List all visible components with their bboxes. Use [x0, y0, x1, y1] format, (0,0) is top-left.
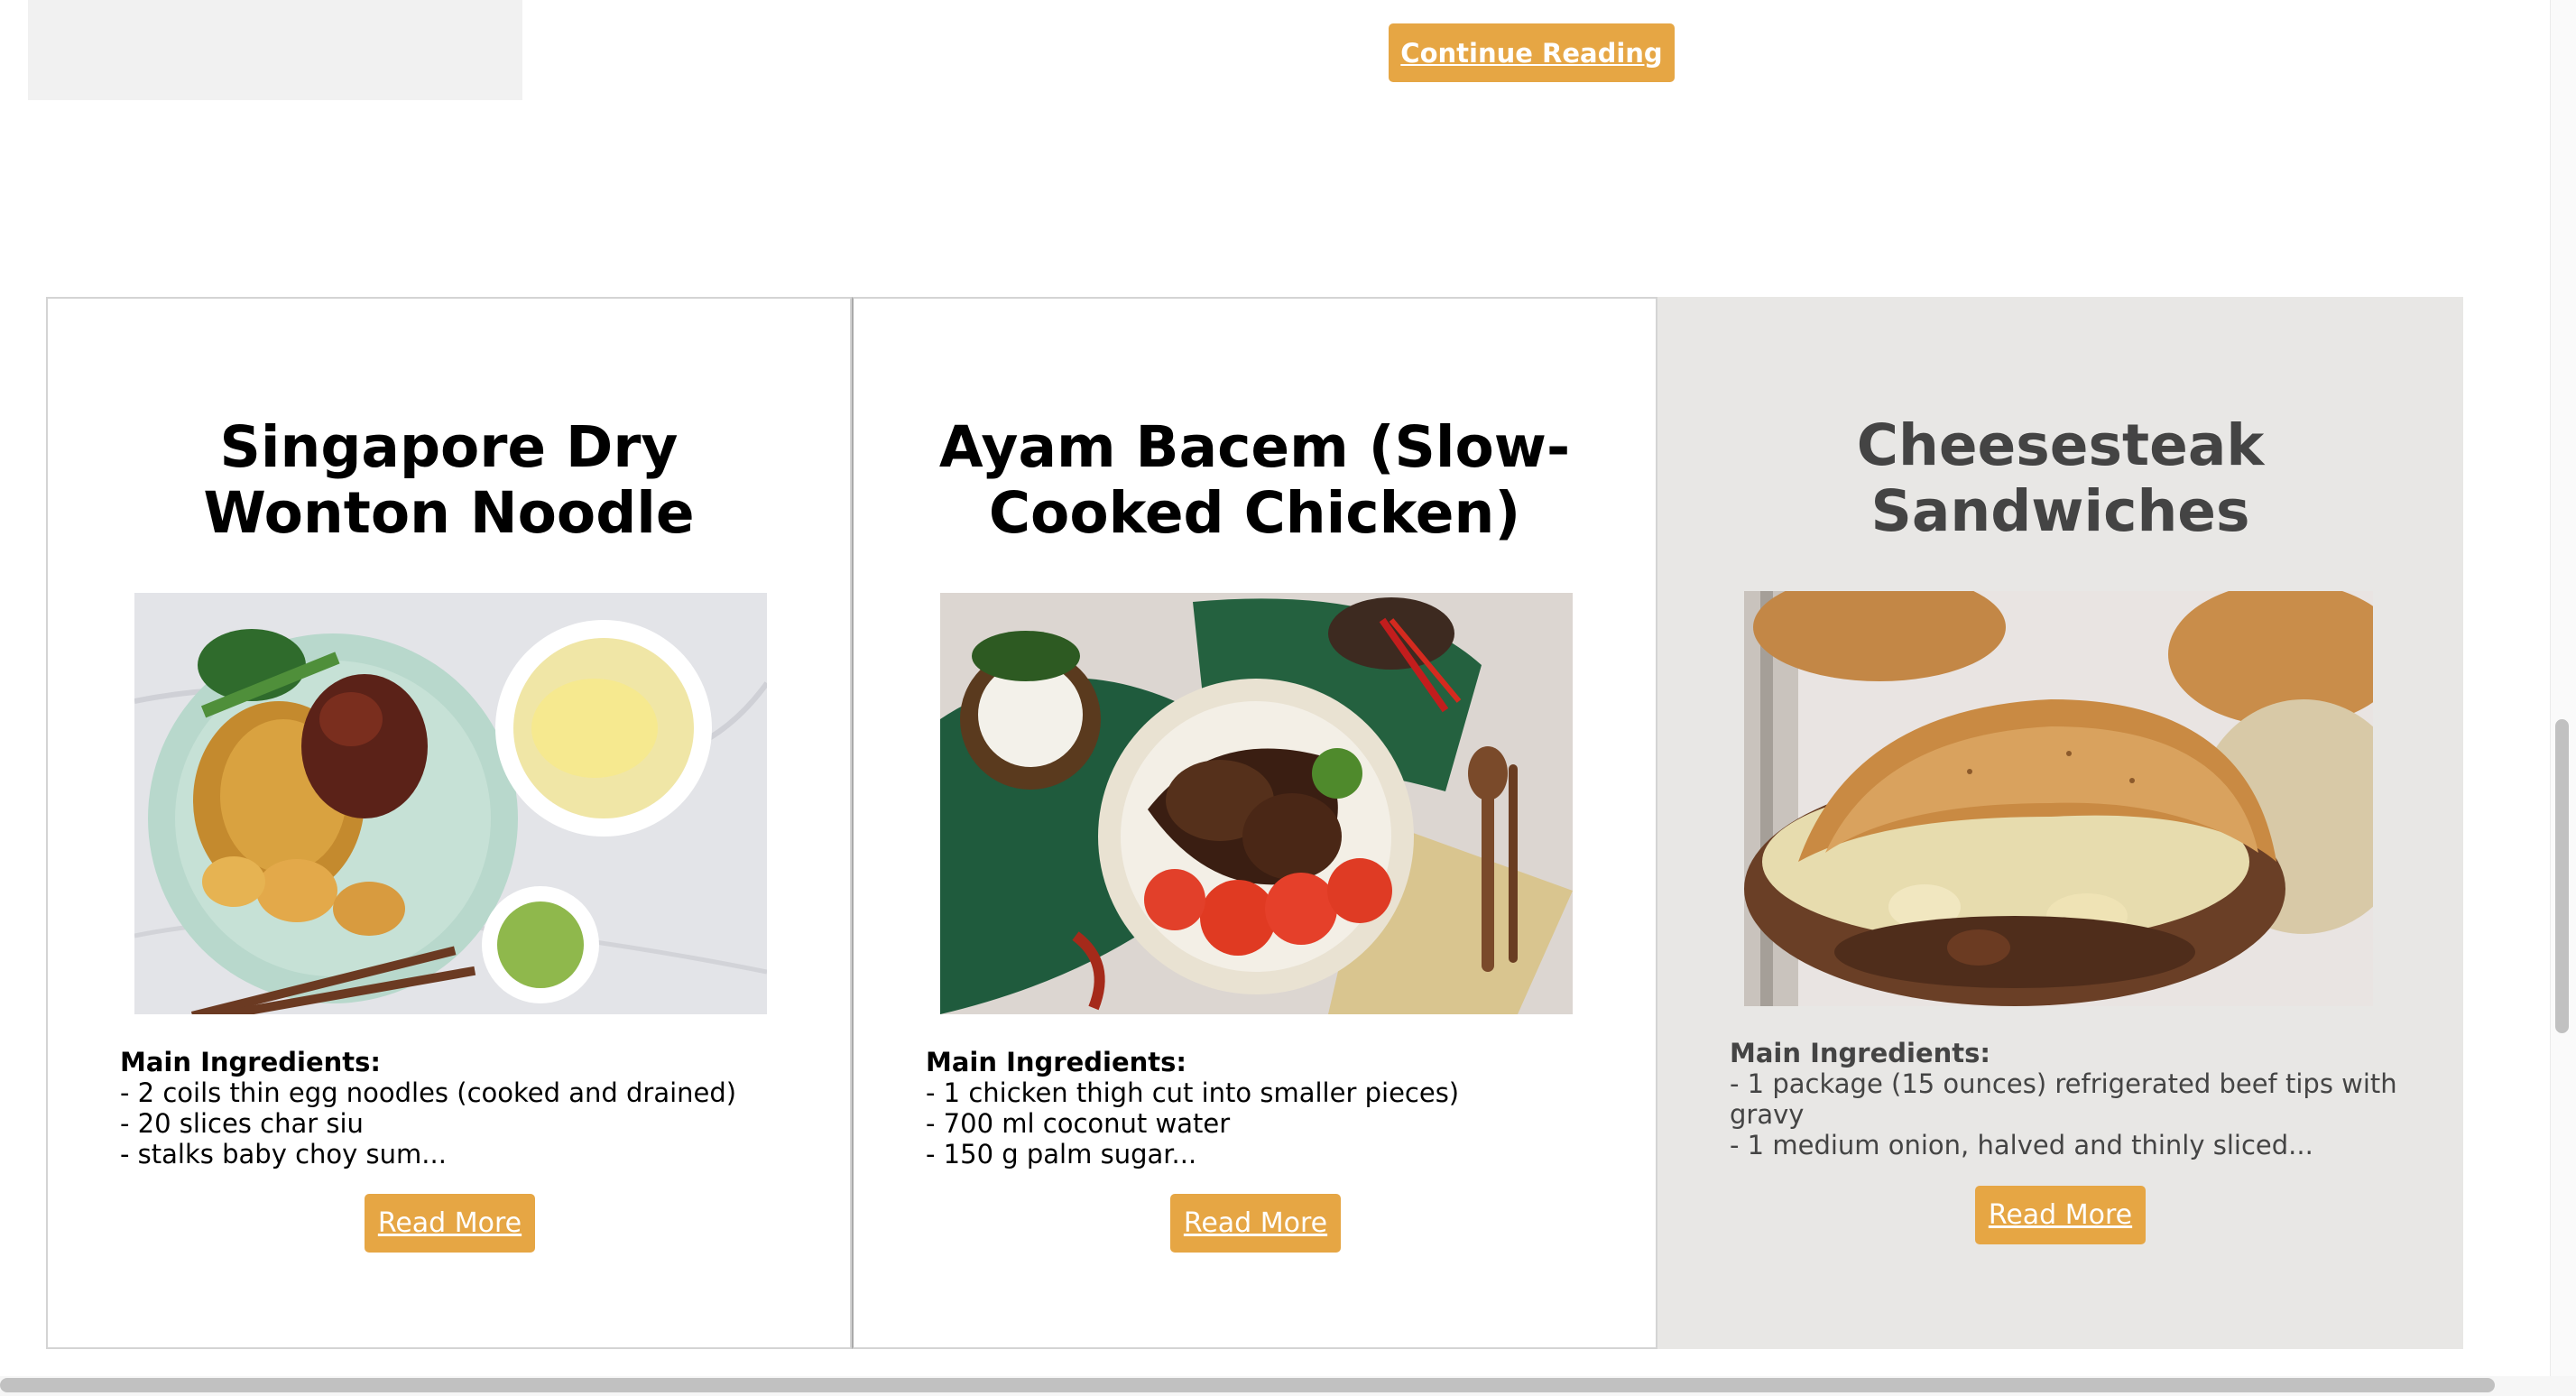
recipe-title[interactable]: Cheesesteak Sandwiches	[1657, 412, 2463, 544]
recipe-image[interactable]	[1744, 591, 2373, 1006]
ayam-bacem-photo	[940, 593, 1573, 1014]
ingredients-summary: Main Ingredients: - 1 chicken thigh cut …	[926, 1047, 1602, 1169]
ingredients-heading: Main Ingredients:	[926, 1047, 1187, 1077]
horizontal-scrollbar-thumb[interactable]	[0, 1378, 2495, 1392]
recipe-card-grid: Singapore Dry Wonton Noodle Main Ingredi…	[46, 297, 2465, 1349]
ingredient-line: - 1 package (15 ounces) refrigerated bee…	[1730, 1068, 2397, 1130]
cheesesteak-photo	[1744, 591, 2373, 1006]
previous-post-thumbnail	[28, 0, 522, 100]
recipe-image[interactable]	[134, 593, 767, 1014]
ingredients-summary: Main Ingredients: - 2 coils thin egg noo…	[120, 1047, 796, 1169]
recipe-card[interactable]: Singapore Dry Wonton Noodle Main Ingredi…	[46, 297, 852, 1349]
read-more-button[interactable]: Read More	[1975, 1186, 2146, 1244]
ingredients-heading: Main Ingredients:	[120, 1047, 382, 1077]
recipe-card[interactable]: Ayam Bacem (Slow-Cooked Chicken) Main In…	[852, 297, 1657, 1349]
ingredients-heading: Main Ingredients:	[1730, 1038, 1991, 1068]
vertical-scrollbar-track[interactable]	[2550, 0, 2576, 1376]
ingredient-line: - 20 slices char siu	[120, 1108, 364, 1139]
ingredients-summary: Main Ingredients: - 1 package (15 ounces…	[1730, 1038, 2409, 1160]
ingredient-line: - 1 chicken thigh cut into smaller piece…	[926, 1077, 1460, 1108]
wonton-noodle-photo	[134, 593, 767, 1014]
continue-reading-button[interactable]: Continue Reading	[1389, 23, 1675, 82]
recipe-title[interactable]: Ayam Bacem (Slow-Cooked Chicken)	[854, 414, 1656, 546]
ingredient-line: - 2 coils thin egg noodles (cooked and d…	[120, 1077, 737, 1108]
read-more-button[interactable]: Read More	[1170, 1194, 1341, 1253]
read-more-button[interactable]: Read More	[365, 1194, 535, 1253]
ingredient-line: - 1 medium onion, halved and thinly slic…	[1730, 1130, 2313, 1160]
recipe-title[interactable]: Singapore Dry Wonton Noodle	[48, 414, 850, 546]
ingredient-line: - 150 g palm sugar...	[926, 1139, 1197, 1169]
ingredient-line: - 700 ml coconut water	[926, 1108, 1231, 1139]
vertical-scrollbar-thumb[interactable]	[2555, 719, 2569, 1033]
recipe-card[interactable]: Cheesesteak Sandwiches Main Ingredients:…	[1657, 297, 2463, 1349]
ingredient-line: - stalks baby choy sum...	[120, 1139, 447, 1169]
recipe-image[interactable]	[940, 593, 1573, 1014]
